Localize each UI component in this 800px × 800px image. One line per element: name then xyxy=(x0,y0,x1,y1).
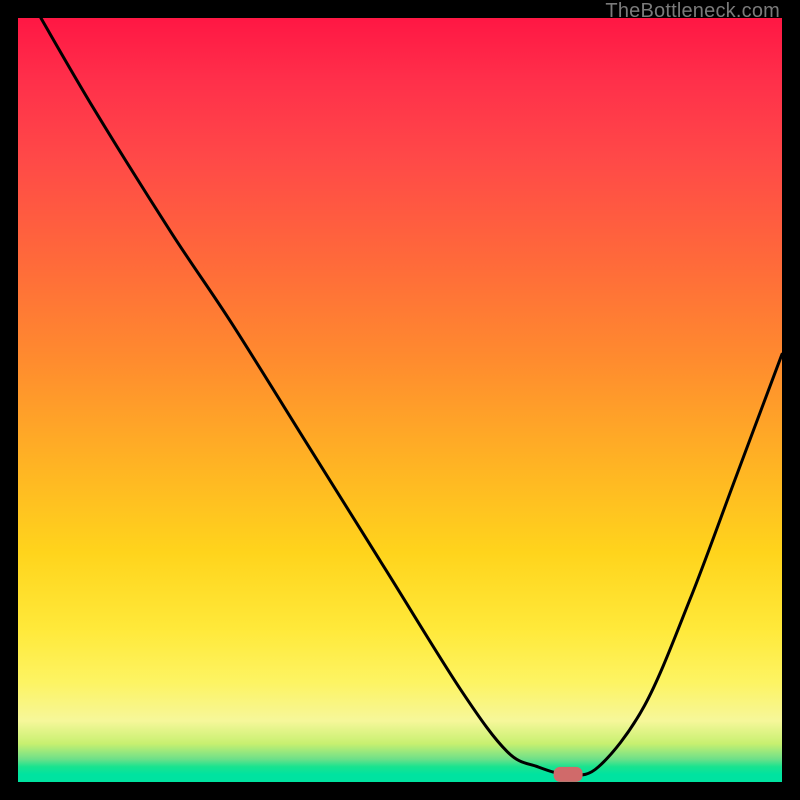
chart-frame: TheBottleneck.com xyxy=(0,0,800,800)
plot-area xyxy=(18,18,782,782)
bottleneck-curve-path xyxy=(41,18,782,775)
optimal-marker xyxy=(554,767,582,781)
bottleneck-curve-svg xyxy=(18,18,782,782)
